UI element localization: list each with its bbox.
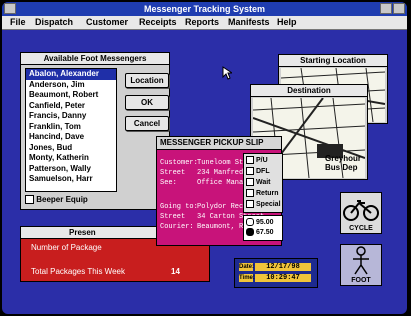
pickup-slip-window[interactable]: MESSENGER PICKUP SLIP Customer: Tuneloom… (156, 136, 283, 246)
menu-receipts[interactable]: Receipts (139, 16, 177, 29)
customer-label: Customer: (160, 159, 198, 167)
maximize-icon[interactable] (393, 3, 405, 14)
list-item[interactable]: Anderson, Jim (26, 80, 116, 91)
menu-customer[interactable]: Customer (86, 16, 128, 29)
ok-button[interactable]: OK (125, 95, 169, 110)
checkbox-icon (246, 156, 254, 164)
datetime-panel: Date: 12/17/98 Time: 10:29:47 (234, 258, 318, 288)
street-label: Street (160, 169, 186, 177)
amount-panel: 95.00 67.50 (243, 215, 283, 241)
checkbox-icon (246, 200, 254, 208)
amount-2[interactable]: 67.50 (246, 228, 274, 236)
list-item[interactable]: Abalon, Alexander (26, 69, 116, 80)
mouse-pointer-icon (222, 66, 232, 80)
list-item[interactable]: Beaumont, Robert (26, 90, 116, 101)
starting-location-title: Starting Location (279, 55, 387, 67)
courier-label: Courier: (160, 223, 194, 231)
time-label: Time: (239, 274, 255, 282)
menu-bar: File Dispatch Customer Receipts Reports … (2, 16, 407, 30)
desktop: Messenger Tracking System File Dispatch … (2, 2, 407, 314)
messengers-window[interactable]: Available Foot Messengers Abalon, Alexan… (20, 52, 170, 210)
going-to-label: Going to: (160, 203, 198, 211)
beeper-label: Beeper Equip (36, 195, 88, 204)
app-title-bar: Messenger Tracking System (2, 2, 407, 16)
menu-dispatch[interactable]: Dispatch (35, 16, 73, 29)
list-item[interactable]: Canfield, Peter (26, 101, 116, 112)
messenger-list[interactable]: Abalon, Alexander Anderson, Jim Beaumont… (25, 68, 117, 192)
system-menu-icon[interactable] (4, 3, 16, 14)
foot-icon[interactable]: FOOT (340, 244, 382, 286)
menu-reports[interactable]: Reports (185, 16, 219, 29)
destination-title: Destination (251, 85, 367, 97)
option-special[interactable]: Special (246, 200, 281, 208)
pickup-slip-title: MESSENGER PICKUP SLIP (157, 137, 281, 150)
option-dfl[interactable]: DFL (246, 167, 270, 175)
cycle-icon[interactable]: CYCLE (340, 192, 382, 234)
checkbox-icon (246, 178, 254, 186)
cancel-button[interactable]: Cancel (125, 116, 169, 131)
options-panel: P/U DFL Wait Return Special (243, 153, 283, 213)
minimize-icon[interactable] (380, 3, 392, 14)
walking-person-icon (353, 246, 369, 275)
map-label: Greyhour Bus Dep (325, 154, 362, 172)
bicycle-icon (343, 200, 379, 221)
menu-help[interactable]: Help (277, 16, 297, 29)
time-value: 10:29:47 (255, 274, 311, 282)
packages-label: Number of Package (31, 243, 102, 252)
list-item[interactable]: Patterson, Wally (26, 164, 116, 175)
radio-icon (246, 218, 254, 226)
option-return[interactable]: Return (246, 189, 279, 197)
date-value: 12/17/98 (255, 263, 311, 271)
total-value: 14 (171, 267, 180, 276)
menu-file[interactable]: File (10, 16, 26, 29)
date-label: Date: (239, 263, 255, 271)
list-item[interactable]: Jones, Bud (26, 143, 116, 154)
total-label: Total Packages This Week (31, 267, 125, 276)
street2-label: Street (160, 213, 186, 221)
checkbox-icon (25, 195, 34, 205)
foot-label: FOOT (351, 277, 371, 284)
cycle-label: CYCLE (349, 225, 373, 232)
menu-manifests[interactable]: Manifests (228, 16, 270, 29)
radio-icon (246, 228, 254, 236)
list-item[interactable]: Hancind, Dave (26, 132, 116, 143)
location-button[interactable]: Location (125, 73, 169, 88)
list-item[interactable]: Francis, Danny (26, 111, 116, 122)
checkbox-icon (246, 167, 254, 175)
see-label: See: (160, 179, 177, 187)
list-item[interactable]: Samuelson, Harr (26, 174, 116, 185)
messengers-title: Available Foot Messengers (21, 53, 169, 65)
list-item[interactable]: Franklin, Tom (26, 122, 116, 133)
amount-1[interactable]: 95.00 (246, 218, 274, 226)
option-pu[interactable]: P/U (246, 156, 268, 164)
beeper-checkbox[interactable]: Beeper Equip (25, 195, 88, 205)
checkbox-icon (246, 189, 254, 197)
option-wait[interactable]: Wait (246, 178, 271, 186)
app-title: Messenger Tracking System (143, 4, 266, 14)
list-item[interactable]: Monty, Katherin (26, 153, 116, 164)
